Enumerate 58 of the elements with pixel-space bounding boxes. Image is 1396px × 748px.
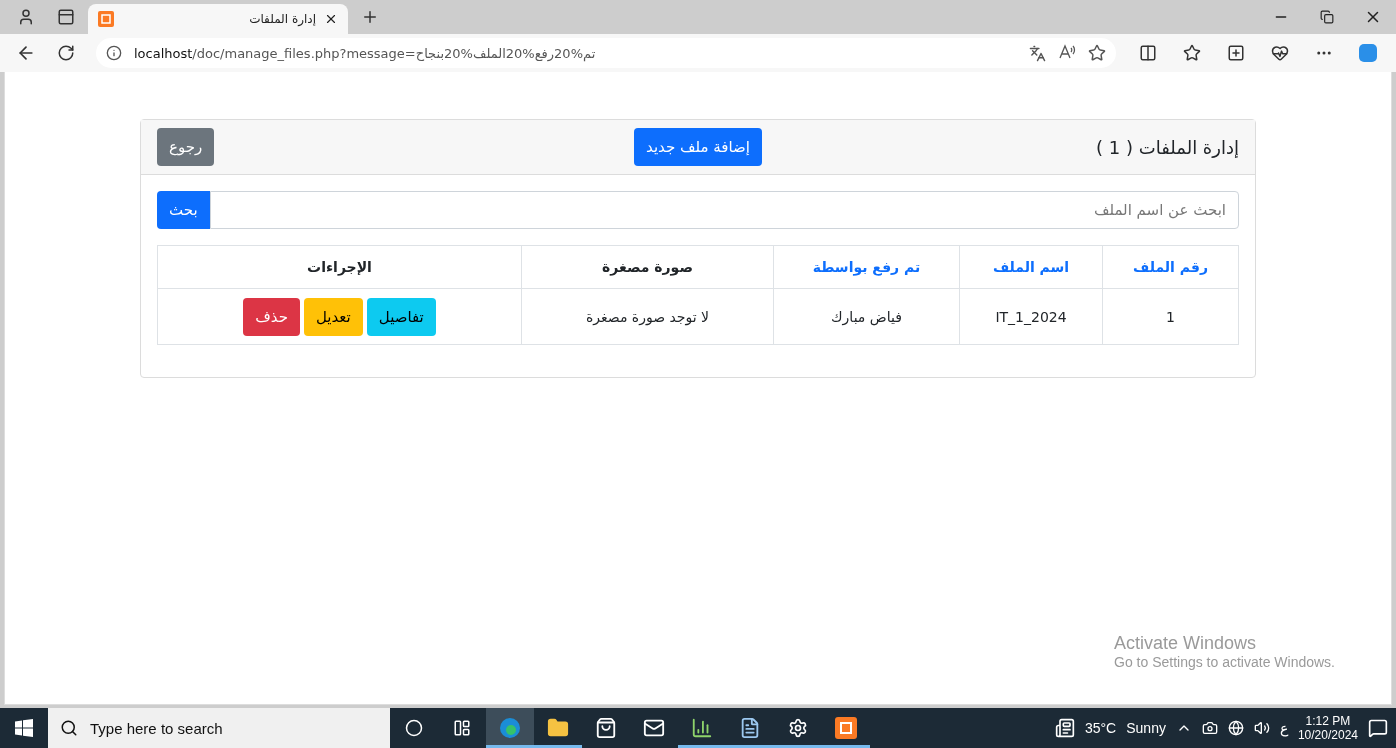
search-icon [60, 719, 78, 737]
table-cell: فياض مبارك [773, 288, 960, 345]
page-title: إدارة الملفات ( 1 ) [1095, 136, 1239, 158]
column-sort-link[interactable]: اسم الملف [959, 245, 1103, 289]
split-screen-icon[interactable] [1139, 44, 1157, 62]
mail-icon [643, 717, 665, 739]
column-header: صورة مصغرة [521, 245, 774, 289]
new-tab-icon[interactable] [361, 8, 379, 26]
taskbar-search-field[interactable]: Type here to search [48, 708, 390, 748]
volume-icon[interactable] [1253, 720, 1270, 736]
browser-logo-icon [498, 716, 522, 740]
notifications-icon[interactable] [1368, 718, 1388, 738]
info-icon[interactable] [106, 45, 122, 61]
close-icon[interactable] [324, 12, 338, 26]
notepad-icon [739, 717, 761, 739]
favorite-star-icon[interactable] [1088, 44, 1106, 62]
app-logo-icon [98, 11, 114, 27]
settings-icon [788, 718, 808, 738]
tab-actions-icon[interactable] [57, 8, 75, 26]
search-field[interactable]: ابحث عن اسم الملف [209, 191, 1239, 229]
weather-temperature[interactable]: 35°C [1084, 720, 1117, 736]
windows-logo-icon [15, 719, 33, 737]
shopping-bag-icon [595, 717, 617, 739]
heart-pulse-icon[interactable] [1271, 44, 1289, 62]
column-header: الإجراءات [157, 245, 522, 289]
collections-icon[interactable] [1227, 44, 1245, 62]
column-sort-link[interactable]: تم رفع بواسطة [773, 245, 960, 289]
browser-tab[interactable]: إدارة الملفات [88, 4, 348, 34]
favorites-icon[interactable] [1183, 44, 1201, 62]
action-button[interactable]: تفاصيل [366, 297, 436, 336]
network-icon[interactable] [1227, 720, 1244, 736]
table-cell: لا توجد صورة مصغرة [521, 288, 774, 345]
back-button[interactable]: رجوع [157, 128, 215, 166]
clock[interactable]: 1:12 PM 10/20/2024 [1297, 714, 1358, 742]
chart-icon [691, 717, 713, 739]
app-logo-icon [834, 716, 858, 740]
action-button[interactable]: تعديل [303, 297, 363, 336]
news-icon[interactable] [1054, 718, 1075, 738]
action-button[interactable]: حذف [243, 297, 300, 336]
activation-subtitle: Go to Settings to activate Windows. [1114, 654, 1335, 670]
refresh-icon[interactable] [57, 44, 75, 62]
column-sort-link[interactable]: رقم الملف [1102, 245, 1239, 289]
restore-icon[interactable] [1320, 10, 1334, 24]
tab-title: إدارة الملفات [248, 12, 316, 26]
folder-icon [547, 717, 569, 739]
circle-icon [405, 719, 423, 737]
copilot-logo-icon[interactable] [1357, 42, 1379, 64]
profile-icon[interactable] [17, 8, 35, 26]
activation-title: Activate Windows [1114, 633, 1258, 654]
task-view-icon [453, 719, 471, 737]
input-language[interactable]: ع [1279, 720, 1288, 736]
weather-condition[interactable]: Sunny [1126, 720, 1166, 736]
table-cell: 1 [1102, 288, 1239, 345]
table-cell: IT_1_2024 [959, 288, 1103, 345]
translate-icon[interactable] [1029, 44, 1046, 62]
search-button[interactable]: بحث [157, 191, 210, 229]
add-file-button[interactable]: إضافة ملف جديد [634, 128, 762, 166]
camera-icon[interactable] [1201, 720, 1218, 736]
